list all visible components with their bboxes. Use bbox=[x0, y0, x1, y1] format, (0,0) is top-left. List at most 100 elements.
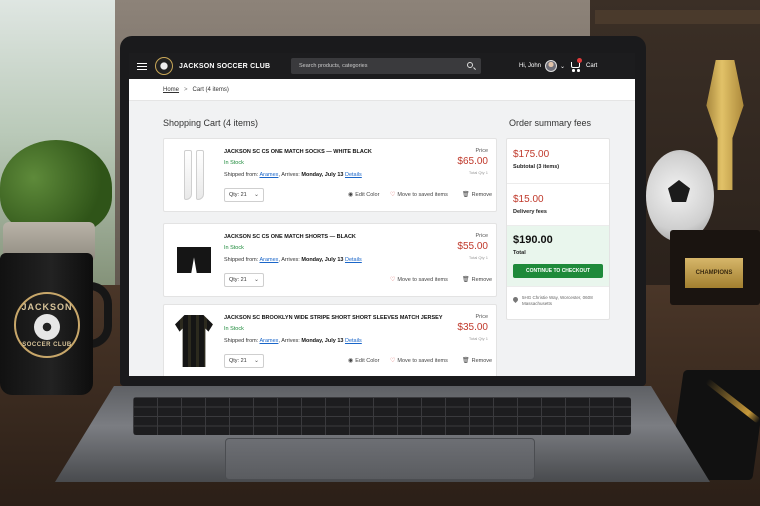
heart-icon: ♡ bbox=[390, 192, 396, 198]
mug-text-bottom: SOCCER CLUB bbox=[22, 342, 72, 348]
product-image[interactable] bbox=[172, 230, 216, 290]
subtotal-row: $175.00 Subtotal (3 items) bbox=[507, 139, 609, 184]
brand-name[interactable]: JACKSON SOCCER CLUB bbox=[179, 63, 270, 70]
shipping-address: 5HG Christie Way, Worcester, 0608 Massac… bbox=[522, 295, 593, 306]
item-price: $35.00 bbox=[457, 322, 488, 333]
breadcrumb: Home > Cart (4 items) bbox=[129, 79, 635, 101]
cart-badge bbox=[577, 58, 582, 63]
total-qty: Total Qty 1 bbox=[468, 170, 488, 175]
subtotal-label: Subtotal (3 items) bbox=[513, 164, 560, 170]
mug-logo: JACKSON SOCCER CLUB bbox=[14, 292, 80, 358]
total-qty: Total Qty 1 bbox=[468, 336, 488, 341]
soccer-ball bbox=[646, 150, 714, 242]
page-title: Shopping Cart (4 items) bbox=[163, 118, 259, 128]
checkout-button[interactable]: CONTINUE TO CHECKOUT bbox=[513, 264, 603, 278]
chevron-down-icon: ⌄ bbox=[253, 358, 259, 364]
mug-text-top: JACKSON bbox=[21, 302, 73, 312]
search-icon[interactable] bbox=[467, 62, 473, 68]
stock-status: In Stock bbox=[224, 160, 244, 166]
total-amount: $190.00 bbox=[513, 234, 553, 246]
trash-icon: 🗑 bbox=[462, 277, 470, 283]
price-label: Price bbox=[475, 314, 488, 320]
shipping-info: Shipped from: Aramex, Arrives: Monday, J… bbox=[224, 172, 362, 178]
price-label: Price bbox=[475, 148, 488, 154]
remove-button[interactable]: 🗑 Remove bbox=[462, 276, 492, 284]
product-image[interactable] bbox=[172, 145, 216, 205]
save-for-later-button[interactable]: ♡ Move to saved items bbox=[390, 276, 448, 284]
delivery-row: $15.00 Delivery fees bbox=[507, 184, 609, 226]
quantity-select[interactable]: Qty: 21 ⌄ bbox=[224, 188, 264, 202]
cart-item: JACKSON SC CS ONE MATCH SOCKS — WHITE BL… bbox=[163, 138, 497, 212]
chevron-down-icon: ⌄ bbox=[253, 277, 259, 283]
shipping-info: Shipped from: Aramex, Arrives: Monday, J… bbox=[224, 257, 362, 263]
chevron-down-icon[interactable]: ⌄ bbox=[560, 63, 565, 70]
remove-button[interactable]: 🗑 Remove bbox=[462, 357, 492, 365]
soccer-ball-icon bbox=[34, 314, 60, 340]
total-qty: Total Qty 1 bbox=[468, 255, 488, 260]
stock-status: In Stock bbox=[224, 326, 244, 332]
user-menu[interactable]: Hi, John ⌄ bbox=[519, 53, 565, 79]
product-image[interactable] bbox=[172, 311, 216, 371]
cart-icon[interactable] bbox=[570, 58, 582, 72]
item-price: $65.00 bbox=[457, 156, 488, 167]
cart-button[interactable]: Cart bbox=[570, 53, 597, 79]
product-name[interactable]: JACKSON SC CS ONE MATCH SHORTS — BLACK bbox=[224, 234, 356, 240]
avatar[interactable] bbox=[545, 60, 558, 72]
plant bbox=[0, 140, 112, 235]
total-row: $190.00 Total CONTINUE TO CHECKOUT bbox=[507, 226, 609, 286]
carrier-link[interactable]: Aramex bbox=[259, 172, 278, 178]
details-link[interactable]: Details bbox=[345, 338, 362, 344]
heart-icon: ♡ bbox=[390, 277, 396, 283]
save-for-later-button[interactable]: ♡ Move to saved items bbox=[390, 357, 448, 365]
location-pin-icon bbox=[511, 295, 520, 304]
quantity-select[interactable]: Qty: 21 ⌄ bbox=[224, 354, 264, 368]
breadcrumb-separator: > bbox=[184, 86, 188, 93]
palette-icon: ◉ bbox=[348, 192, 354, 198]
search-input[interactable] bbox=[291, 63, 456, 69]
total-label: Total bbox=[513, 250, 526, 256]
carrier-link[interactable]: Aramex bbox=[259, 338, 278, 344]
breadcrumb-current: Cart (4 items) bbox=[192, 86, 229, 93]
quantity-select[interactable]: Qty: 21 ⌄ bbox=[224, 273, 264, 287]
breadcrumb-home-link[interactable]: Home bbox=[163, 87, 179, 93]
edit-color-button[interactable]: ◉ Edit Color bbox=[348, 191, 379, 199]
shelf bbox=[595, 10, 760, 24]
heart-icon: ♡ bbox=[390, 358, 396, 364]
carrier-link[interactable]: Aramex bbox=[259, 257, 278, 263]
product-name[interactable]: JACKSON SC CS ONE MATCH SOCKS — WHITE BL… bbox=[224, 149, 372, 155]
club-logo[interactable] bbox=[155, 57, 173, 75]
trophy-plate: CHAMPIONS bbox=[685, 258, 743, 288]
item-price: $55.00 bbox=[457, 241, 488, 252]
delivery-label: Delivery fees bbox=[513, 209, 547, 215]
address-row: 5HG Christie Way, Worcester, 0608 Massac… bbox=[507, 286, 609, 319]
arrival-date: Monday, July 13 bbox=[301, 172, 344, 178]
order-summary-card: $175.00 Subtotal (3 items) $15.00 Delive… bbox=[506, 138, 610, 320]
trash-icon: 🗑 bbox=[462, 192, 470, 198]
details-link[interactable]: Details bbox=[345, 172, 362, 178]
trackpad bbox=[225, 438, 535, 480]
product-name[interactable]: JACKSON SC BROOKLYN WIDE STRIPE SHORT SH… bbox=[224, 315, 443, 321]
subtotal-amount: $175.00 bbox=[513, 149, 550, 160]
shipping-info: Shipped from: Aramex, Arrives: Monday, J… bbox=[224, 338, 362, 344]
user-greeting[interactable]: Hi, John bbox=[519, 63, 541, 69]
arrival-date: Monday, July 13 bbox=[301, 338, 344, 344]
cart-item: JACKSON SC BROOKLYN WIDE STRIPE SHORT SH… bbox=[163, 304, 497, 376]
trash-icon: 🗑 bbox=[462, 358, 470, 364]
keyboard bbox=[133, 397, 631, 435]
cart-label[interactable]: Cart bbox=[586, 63, 597, 69]
cart-item: JACKSON SC CS ONE MATCH SHORTS — BLACK I… bbox=[163, 223, 497, 297]
laptop-screen: JACKSON SOCCER CLUB Hi, John ⌄ Cart Home… bbox=[129, 53, 635, 376]
stock-status: In Stock bbox=[224, 245, 244, 251]
top-nav-bar: JACKSON SOCCER CLUB Hi, John ⌄ Cart bbox=[129, 53, 635, 79]
details-link[interactable]: Details bbox=[345, 257, 362, 263]
delivery-amount: $15.00 bbox=[513, 194, 544, 205]
arrival-date: Monday, July 13 bbox=[301, 257, 344, 263]
palette-icon: ◉ bbox=[348, 358, 354, 364]
remove-button[interactable]: 🗑 Remove bbox=[462, 191, 492, 199]
price-label: Price bbox=[475, 233, 488, 239]
hamburger-menu-icon[interactable] bbox=[137, 62, 147, 70]
edit-color-button[interactable]: ◉ Edit Color bbox=[348, 357, 379, 365]
save-for-later-button[interactable]: ♡ Move to saved items bbox=[390, 191, 448, 199]
chevron-down-icon: ⌄ bbox=[253, 192, 259, 198]
search-bar[interactable] bbox=[291, 58, 481, 74]
